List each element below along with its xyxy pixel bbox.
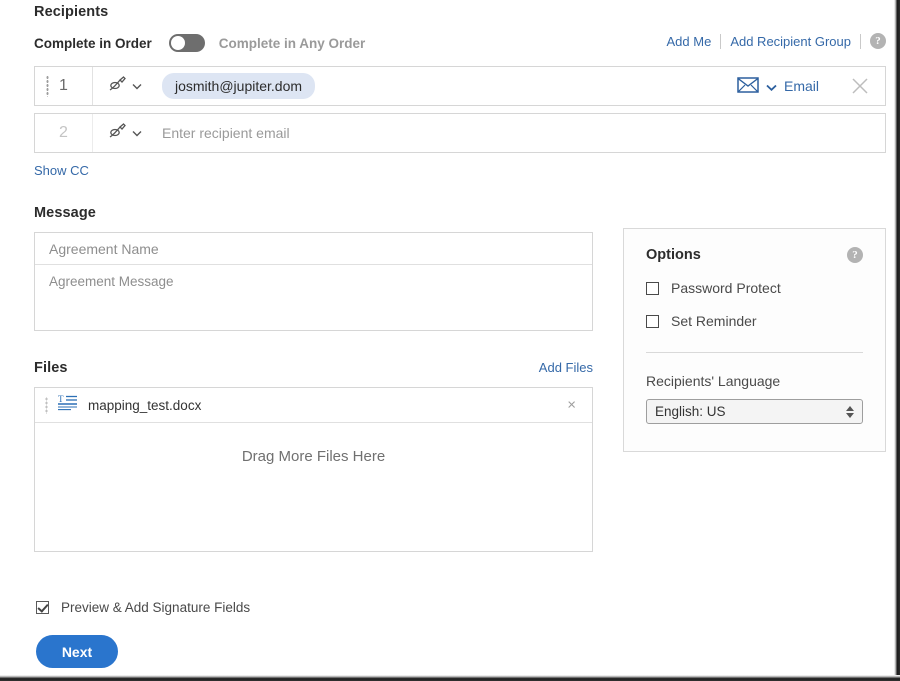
recipients-heading: Recipients: [34, 4, 109, 20]
agreement-send-page: Recipients Complete in Order Complete in…: [0, 0, 894, 675]
text-document-icon: T: [58, 394, 78, 416]
recipient-row[interactable]: 2 Enter recipient email: [34, 113, 886, 153]
preview-signature-fields-checkbox[interactable]: [36, 601, 49, 614]
recipient-role-selector[interactable]: [93, 114, 152, 152]
options-divider: [646, 352, 863, 353]
divider: [720, 33, 722, 49]
recipients-actions: Add Me Add Recipient Group ?: [667, 33, 886, 49]
completion-order-row: Complete in Order Complete in Any Order …: [34, 32, 886, 54]
recipient-email-cell[interactable]: josmith@jupiter.dom: [152, 67, 737, 105]
options-help-icon[interactable]: ?: [847, 247, 863, 263]
preview-signature-fields-label: Preview & Add Signature Fields: [61, 600, 251, 615]
recipient-email-chip[interactable]: josmith@jupiter.dom: [162, 73, 316, 99]
drag-handle-icon[interactable]: [45, 396, 48, 414]
file-list-item[interactable]: T mapping_test.docx ×: [35, 388, 592, 423]
recipients-help-icon[interactable]: ?: [870, 33, 886, 49]
recipients-language-label: Recipients' Language: [646, 373, 781, 389]
drop-zone-label: Drag More Files Here: [241, 448, 386, 465]
file-name: mapping_test.docx: [88, 397, 202, 413]
window-bottom-edge: [0, 675, 900, 681]
message-box: Agreement Name Agreement Message: [34, 232, 593, 331]
options-header: Options ?: [646, 247, 863, 263]
footer-section: Preview & Add Signature Fields Next: [36, 600, 250, 668]
password-protect-checkbox[interactable]: [646, 281, 659, 295]
recipients-section: Recipients Complete in Order Complete in…: [34, 4, 886, 178]
password-protect-label: Password Protect: [671, 280, 781, 296]
files-section: Files Add Files T mapping_test.docx × Dr…: [34, 360, 593, 552]
file-drop-zone[interactable]: Drag More Files Here: [35, 423, 592, 551]
svg-text:T: T: [58, 394, 64, 404]
recipients-language-value: English: US: [655, 404, 726, 419]
options-panel: Options ? Password Protect Set Reminder …: [623, 228, 886, 452]
set-reminder-label: Set Reminder: [671, 313, 757, 329]
add-me-link[interactable]: Add Me: [667, 34, 712, 49]
files-box: T mapping_test.docx × Drag More Files He…: [34, 387, 593, 552]
message-heading: Message: [34, 205, 96, 221]
envelope-icon: [737, 76, 759, 96]
recipient-email-cell[interactable]: Enter recipient email: [152, 114, 885, 152]
preview-add-signature-fields-row[interactable]: Preview & Add Signature Fields: [36, 600, 250, 615]
message-section: Message Agreement Name Agreement Message: [34, 205, 593, 331]
recipient-order-number-cell: 1: [35, 67, 93, 105]
recipient-channel-label: Email: [783, 78, 819, 94]
complete-in-order-label: Complete in Order: [34, 35, 152, 51]
files-header: Files Add Files: [34, 360, 593, 376]
recipient-number: 2: [59, 124, 68, 141]
window-right-edge: [894, 0, 900, 681]
chevron-down-icon: [132, 124, 142, 142]
signature-pen-icon: [107, 122, 127, 145]
option-set-reminder[interactable]: Set Reminder: [646, 313, 863, 329]
chevron-down-icon: [132, 77, 142, 95]
show-cc-link[interactable]: Show CC: [34, 163, 886, 178]
toggle-knob: [170, 36, 185, 50]
options-heading: Options: [646, 247, 701, 263]
set-reminder-checkbox[interactable]: [646, 314, 659, 328]
agreement-name-input[interactable]: Agreement Name: [35, 233, 592, 265]
add-recipient-group-link[interactable]: Add Recipient Group: [730, 34, 851, 49]
option-password-protect[interactable]: Password Protect: [646, 280, 863, 296]
complete-in-any-order-label: Complete in Any Order: [218, 35, 366, 51]
agreement-message-input[interactable]: Agreement Message: [35, 265, 592, 330]
recipients-language-select[interactable]: English: US: [646, 399, 863, 424]
completion-order-toggle[interactable]: [168, 34, 205, 52]
recipient-channel-selector[interactable]: Email: [737, 67, 835, 105]
chevron-down-icon: [766, 78, 777, 94]
remove-file-button[interactable]: ×: [567, 398, 576, 413]
signature-pen-icon: [107, 75, 127, 98]
drag-handle-icon[interactable]: [46, 75, 49, 97]
recipient-number: 1: [59, 77, 68, 94]
remove-recipient-button[interactable]: [835, 67, 885, 105]
recipient-row[interactable]: 1 josmith@jupiter.dom Email: [34, 66, 886, 106]
next-button[interactable]: Next: [36, 635, 118, 668]
divider: [860, 33, 861, 49]
add-files-link[interactable]: Add Files: [539, 360, 593, 375]
recipient-role-selector[interactable]: [93, 67, 152, 105]
recipient-email-placeholder: Enter recipient email: [162, 125, 290, 141]
recipient-order-number-cell: 2: [35, 114, 93, 152]
spinner-arrows-icon: [846, 405, 854, 418]
files-heading: Files: [34, 360, 68, 376]
